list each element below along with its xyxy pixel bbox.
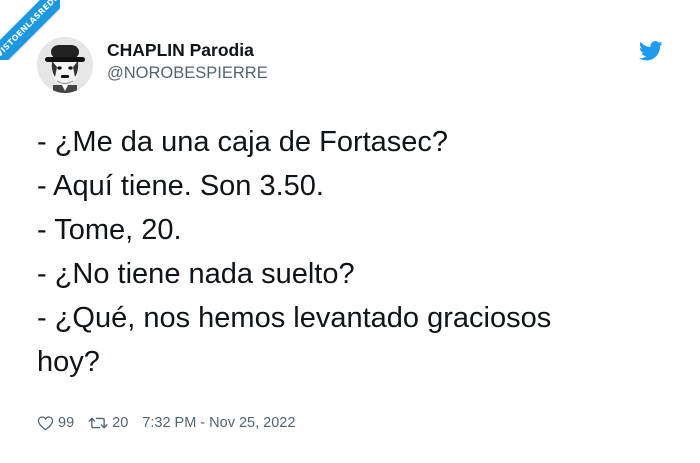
author-handle[interactable]: @NOROBESPIERRE [107,62,268,84]
tweet-header: CHAPLIN Parodia @NOROBESPIERRE [37,37,663,93]
tweet-text: - ¿Me da una caja de Fortasec? - Aquí ti… [37,120,657,384]
heart-icon [37,416,54,431]
like-stat[interactable]: 99 [37,415,74,431]
tweet-line: - Aquí tiene. Son 3.50. [37,170,324,202]
twitter-bird-icon[interactable] [638,41,663,61]
author-display-name[interactable]: CHAPLIN Parodia [107,39,268,61]
retweet-icon [88,417,108,429]
like-count: 99 [58,415,75,431]
tweet-line: - ¿Me da una caja de Fortasec? [37,126,449,158]
tweet-line: - Tome, 20. [37,214,182,246]
author-names: CHAPLIN Parodia @NOROBESPIERRE [107,39,268,84]
avatar[interactable] [37,37,93,93]
retweet-count: 20 [112,415,129,431]
tweet-footer: 99 20 7:32 PM - Nov 25, 2022 [37,411,295,435]
tweet-line: - ¿No tiene nada suelto? [37,258,355,290]
avatar-portrait-icon [37,37,93,93]
tweet-line: - ¿Qué, nos hemos levantado graciosos [37,302,552,334]
tweet-line: hoy? [37,346,100,378]
tweet-timestamp[interactable]: 7:32 PM - Nov 25, 2022 [142,415,295,431]
retweet-stat[interactable]: 20 [88,415,128,431]
